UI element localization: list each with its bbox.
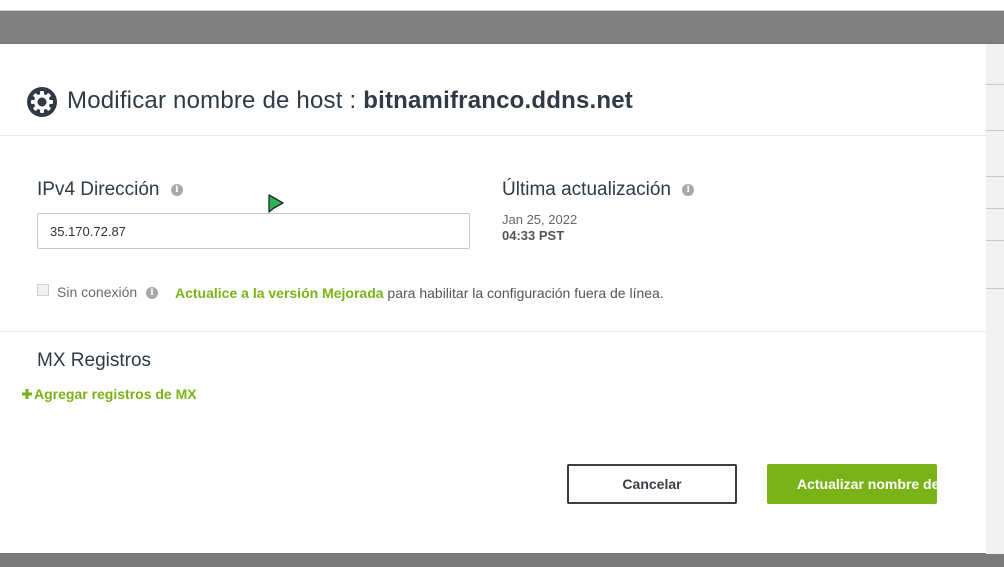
add-mx-records-link[interactable]: Agregar registros de MX — [22, 386, 197, 402]
mx-records-heading: MX Registros — [37, 350, 152, 371]
modal-header: Modificar nombre de host : bitnamifranco… — [0, 44, 986, 136]
title-separator: : — [349, 87, 357, 114]
cancel-button[interactable]: Cancelar — [567, 464, 737, 504]
modal-title: Modificar nombre de host : bitnamifranco… — [67, 86, 633, 116]
mouse-cursor-icon — [268, 194, 284, 213]
last-update-time: 04:33 PST — [502, 228, 565, 243]
section-divider — [0, 331, 986, 332]
update-hostname-button[interactable]: Actualizar nombre de — [767, 464, 937, 504]
background-page-strip — [0, 12, 1004, 42]
info-icon[interactable]: i — [146, 287, 158, 299]
browser-top-bar — [0, 0, 1004, 11]
last-update-date: Jan 25, 2022 — [502, 212, 578, 227]
ipv4-address-input[interactable] — [37, 213, 470, 249]
offline-checkbox[interactable] — [37, 284, 49, 296]
add-mx-label: Agregar registros de MX — [34, 386, 197, 402]
offline-label: Sin conexión — [57, 284, 138, 300]
background-page-edge — [986, 44, 1004, 554]
ipv4-label-row: IPv4 Dirección i — [37, 179, 183, 201]
title-prefix: Modificar nombre de host — [67, 87, 343, 114]
modify-hostname-modal: Modificar nombre de host : bitnamifranco… — [0, 44, 986, 553]
hostname: bitnamifranco.ddns.net — [363, 87, 633, 114]
last-update-label-row: Última actualización i — [502, 179, 695, 201]
upgrade-notice: Actualice a la versión Mejorada para hab… — [175, 285, 664, 301]
upgrade-text: para habilitar la configuración fuera de… — [387, 285, 664, 301]
upgrade-link[interactable]: Actualice a la versión Mejorada — [175, 285, 384, 301]
ipv4-label: IPv4 Dirección — [37, 179, 160, 200]
gear-icon — [27, 87, 57, 117]
last-update-label: Última actualización — [502, 179, 671, 200]
info-icon[interactable]: i — [170, 183, 183, 196]
info-icon[interactable]: i — [682, 183, 695, 196]
plus-icon — [22, 389, 32, 399]
